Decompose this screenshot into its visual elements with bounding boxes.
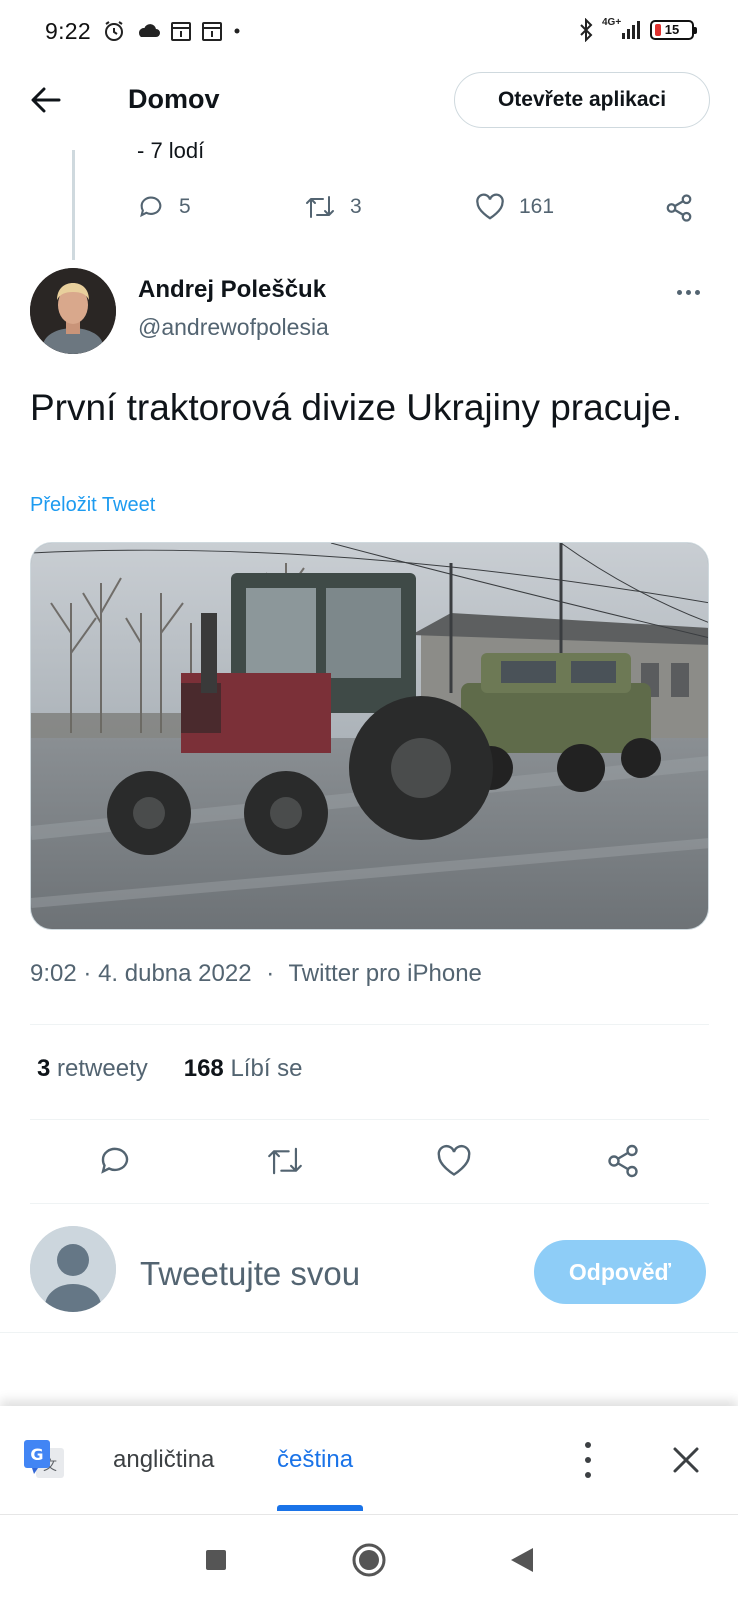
previous-retweet-count: 3 xyxy=(350,195,362,218)
active-tab-indicator xyxy=(277,1505,363,1511)
page-title: Domov xyxy=(128,84,220,114)
kebab-dot xyxy=(585,1472,591,1478)
cloud-icon xyxy=(138,24,160,37)
network-type: 4G+ xyxy=(602,17,622,28)
heart-icon xyxy=(476,193,504,220)
previous-like-button[interactable]: 161 xyxy=(475,193,554,221)
likes-label: Líbí se xyxy=(230,1055,303,1082)
reply-icon xyxy=(101,1147,129,1174)
google-translate-logo: 文 G xyxy=(24,1440,64,1478)
previous-reply-button[interactable]: 5 xyxy=(137,193,191,221)
arrow-left-icon xyxy=(31,87,61,113)
retweet-button[interactable] xyxy=(262,1138,308,1184)
status-system-icons: 4G+ 15 xyxy=(578,17,697,42)
share-icon xyxy=(666,194,692,222)
back-button[interactable] xyxy=(26,80,66,120)
more-dot xyxy=(694,289,700,295)
reply-icon xyxy=(140,196,162,218)
target-language-tab[interactable]: čeština xyxy=(277,1446,353,1474)
more-dot xyxy=(685,289,691,295)
previous-retweet-button[interactable]: 3 xyxy=(304,193,362,221)
home-button[interactable] xyxy=(349,1540,389,1580)
divider xyxy=(30,1024,709,1025)
tweet-photo[interactable] xyxy=(30,542,709,930)
recents-button[interactable] xyxy=(196,1540,236,1580)
kebab-dot xyxy=(585,1442,591,1448)
translate-tweet-link[interactable]: Přeložit Tweet xyxy=(30,494,155,517)
tweet-source[interactable]: Twitter pro iPhone xyxy=(288,960,481,987)
meta-separator: · xyxy=(83,960,92,987)
divider xyxy=(30,1203,709,1204)
retweets-count: 3 xyxy=(37,1055,51,1082)
svg-text:G: G xyxy=(30,1445,43,1464)
signal-indicator: 4G+ xyxy=(602,17,640,39)
author-photo xyxy=(30,268,116,354)
divider xyxy=(0,1332,738,1333)
tweet-text: První traktorová divize Ukrajiny pracuje… xyxy=(30,387,682,428)
battery-icon: 15 xyxy=(650,20,697,40)
heart-icon xyxy=(437,1144,471,1176)
tractor-and-armored-vehicle-photo xyxy=(31,543,708,929)
square-icon xyxy=(206,1550,226,1570)
previous-share-button[interactable] xyxy=(664,193,694,223)
like-button[interactable] xyxy=(431,1138,477,1184)
circle-home-icon xyxy=(352,1543,386,1577)
tweet-date[interactable]: 4. dubna 2022 xyxy=(98,960,251,987)
retweets-label: retweety xyxy=(57,1055,148,1082)
author-name[interactable]: Andrej Poleščuk xyxy=(138,276,326,304)
reply-input[interactable] xyxy=(140,1252,500,1296)
close-translate-button[interactable] xyxy=(666,1440,706,1480)
previous-tweet-text: - 7 lodí xyxy=(137,138,205,163)
likes-count: 168 xyxy=(183,1055,224,1082)
tweet-meta: 9:02 · 4. dubna 2022 · Twitter pro iPhon… xyxy=(30,960,482,988)
system-back-button[interactable] xyxy=(502,1540,542,1580)
default-avatar-icon xyxy=(30,1226,116,1312)
likes-stat[interactable]: 168 Líbí se xyxy=(184,1055,303,1083)
more-dot xyxy=(676,289,682,295)
author-handle[interactable]: @andrewofpolesia xyxy=(138,314,329,341)
previous-like-count: 161 xyxy=(519,195,555,218)
user-avatar xyxy=(30,1226,116,1312)
kebab-dot xyxy=(585,1457,591,1463)
retweets-stat[interactable]: 3 retweety xyxy=(37,1055,148,1083)
previous-reply-count: 5 xyxy=(179,195,191,218)
open-app-button[interactable]: Otevřete aplikaci xyxy=(454,72,710,128)
retweet-icon xyxy=(268,1147,302,1175)
reply-submit-button[interactable]: Odpověď xyxy=(534,1240,706,1304)
source-language-tab[interactable]: angličtina xyxy=(113,1446,214,1474)
author-avatar[interactable] xyxy=(30,268,116,354)
tweet-stats: 3 retweety 168 Líbí se xyxy=(37,1055,303,1083)
google-translate-bar xyxy=(0,1406,738,1514)
alarm-icon xyxy=(105,21,123,41)
thread-connector-line xyxy=(72,150,75,260)
bluetooth-icon xyxy=(580,18,593,42)
status-notification-icons xyxy=(102,19,242,43)
tweet-time[interactable]: 9:02 xyxy=(30,960,77,987)
meta-separator: · xyxy=(266,960,275,987)
more-options-button[interactable] xyxy=(668,280,708,304)
dot-icon xyxy=(234,28,240,34)
battery-percentage: 15 xyxy=(664,22,680,37)
translate-menu-button[interactable] xyxy=(574,1440,602,1480)
google-translate-icon[interactable]: 文 G xyxy=(24,1440,66,1482)
share-icon xyxy=(608,1144,638,1178)
retweet-icon xyxy=(306,196,334,218)
calendar-icon xyxy=(202,22,222,41)
triangle-back-icon xyxy=(511,1548,533,1572)
status-time: 9:22 xyxy=(45,18,91,44)
reply-button[interactable] xyxy=(92,1138,138,1184)
share-button[interactable] xyxy=(600,1138,646,1184)
close-icon xyxy=(673,1447,699,1473)
calendar-icon xyxy=(171,22,191,41)
divider xyxy=(30,1119,709,1120)
